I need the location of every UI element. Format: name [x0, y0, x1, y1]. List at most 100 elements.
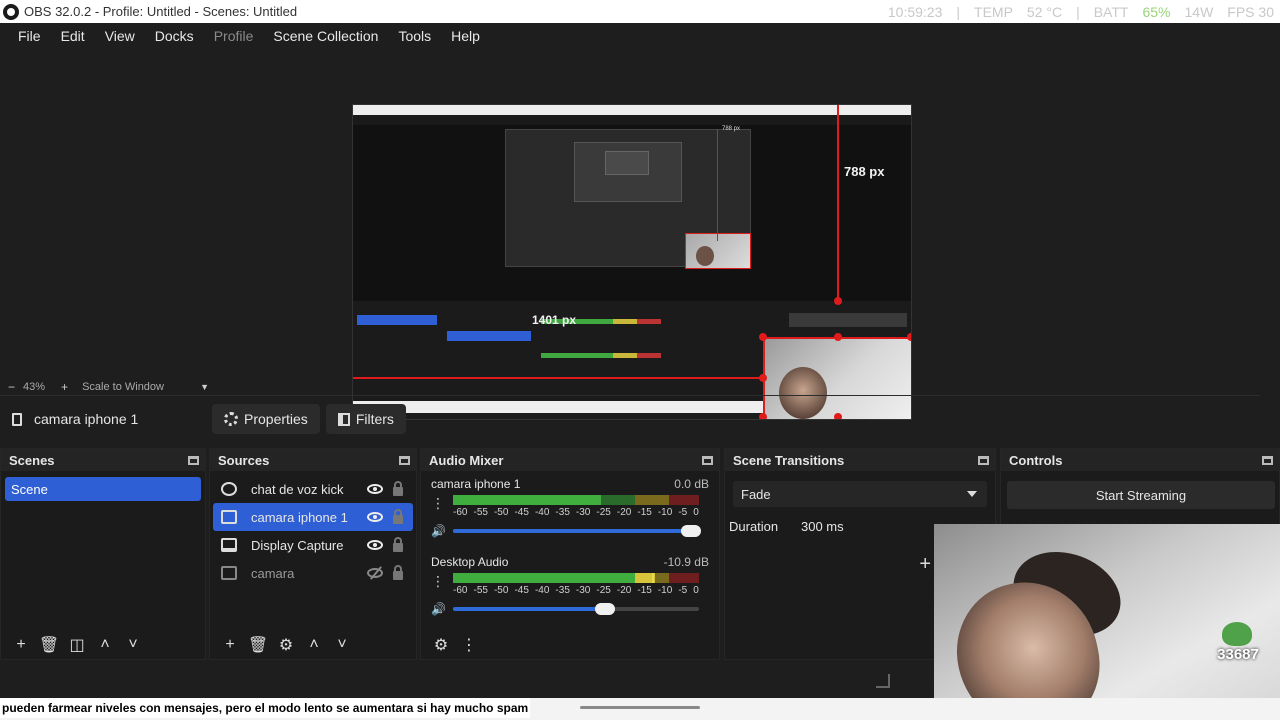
stats-batt-value: 65% — [1142, 3, 1171, 20]
nested-audio-meter — [541, 353, 661, 358]
nested-source-selected — [447, 331, 531, 341]
lock-icon[interactable] — [393, 564, 403, 580]
undock-icon[interactable] — [1262, 455, 1273, 465]
speaker-icon[interactable]: 🔊 — [431, 524, 446, 538]
add-icon[interactable]: + — [216, 636, 244, 654]
media-source-icon — [12, 412, 22, 426]
zoom-out-button[interactable]: − — [0, 380, 23, 394]
scene-item-scene[interactable]: Scene — [5, 477, 201, 501]
obs-logo-icon — [3, 3, 19, 20]
volume-slider[interactable] — [453, 603, 699, 615]
properties-button[interactable]: Properties — [212, 404, 320, 434]
scenes-dock-title: Scenes — [9, 452, 55, 468]
zoom-bar-divider — [0, 395, 1260, 396]
chevron-down-icon[interactable]: ˅ — [119, 636, 147, 654]
nested-obs-titlebar — [353, 105, 911, 115]
audio-mixer-dock: Audio Mixer camara iphone 1 0.0 dB ⋮ -60… — [420, 448, 720, 660]
menu-profile[interactable]: Profile — [204, 28, 264, 44]
filter-icon[interactable]: ◫ — [63, 635, 91, 655]
undock-icon[interactable] — [978, 455, 989, 465]
add-icon[interactable]: + — [7, 636, 35, 654]
add-transition-icon[interactable]: + — [919, 553, 931, 576]
speaker-icon[interactable]: 🔊 — [431, 602, 446, 616]
stats-divider: | — [1076, 3, 1080, 20]
trash-icon[interactable]: 🗑 — [35, 635, 63, 655]
source-item-label: Display Capture — [251, 537, 344, 553]
volume-slider-knob[interactable] — [595, 603, 615, 615]
source-item-display-capture[interactable]: Display Capture — [213, 531, 413, 559]
gear-icon — [224, 412, 238, 426]
advanced-audio-gear-icon[interactable]: ⚙ — [427, 635, 455, 655]
volume-slider-knob[interactable] — [681, 525, 701, 537]
zoom-in-button[interactable]: + — [53, 380, 76, 394]
measure-endpoint-handle[interactable] — [834, 297, 842, 305]
volume-meter: -60 -55 -50 -45 -40 -35 -30 -25 -20 -15 … — [453, 495, 699, 518]
kebab-menu-icon[interactable]: ⋮ — [431, 496, 445, 510]
menu-tools[interactable]: Tools — [388, 28, 441, 44]
menu-edit[interactable]: Edit — [51, 28, 95, 44]
eye-icon[interactable] — [367, 484, 383, 494]
duration-input[interactable]: 300 ms — [801, 519, 844, 534]
menu-help[interactable]: Help — [441, 28, 490, 44]
resize-handle-top-left[interactable] — [759, 333, 767, 341]
chevron-up-icon[interactable]: ˄ — [91, 636, 119, 654]
undock-icon[interactable] — [702, 455, 713, 465]
nested-measure-label: 788 px — [722, 126, 741, 132]
kebab-menu-icon[interactable]: ⋮ — [431, 574, 445, 588]
mixer-channel-name: camara iphone 1 — [431, 477, 521, 491]
nested-webcam-face — [696, 246, 714, 266]
nested-webcam-source — [685, 233, 751, 269]
trash-icon[interactable]: 🗑 — [244, 635, 272, 655]
zoom-mode-caret-icon[interactable]: ▼ — [200, 382, 209, 392]
mixer-channel-name: Desktop Audio — [431, 555, 509, 569]
scenes-dock: Scenes Scene + 🗑 ◫ ˄ ˅ — [0, 448, 206, 660]
stats-overlay: 10:59:23 | TEMP 52 °C | BATT 65% 14W FPS… — [888, 0, 1274, 23]
nested-measure-line — [717, 129, 718, 241]
transition-select[interactable]: Fade — [733, 481, 987, 507]
start-streaming-button[interactable]: Start Streaming — [1007, 481, 1275, 509]
resize-handle-top[interactable] — [834, 333, 842, 341]
gear-icon[interactable]: ⚙ — [272, 635, 300, 655]
preview-area[interactable]: 788 px 1401 px 788 px — [0, 48, 1280, 420]
eye-off-icon[interactable] — [367, 568, 383, 578]
filters-button[interactable]: Filters — [325, 404, 406, 434]
menu-scene-collection[interactable]: Scene Collection — [263, 28, 388, 44]
sources-dock-toolbar: + 🗑 ⚙ ˄ ˅ — [210, 631, 416, 659]
preview-canvas[interactable] — [352, 104, 912, 420]
mixer-channel-db: 0.0 dB — [674, 477, 709, 491]
properties-label: Properties — [244, 411, 308, 427]
filter-icon — [337, 412, 350, 426]
undock-icon[interactable] — [399, 455, 410, 465]
source-item-chat-de-voz-kick[interactable]: chat de voz kick — [213, 475, 413, 503]
zoom-level: 43% — [23, 381, 46, 393]
lock-icon[interactable] — [393, 508, 403, 524]
undock-icon[interactable] — [188, 455, 199, 465]
chevron-down-icon[interactable]: ˅ — [328, 636, 356, 654]
scene-transitions-dock-header: Scene Transitions — [725, 449, 995, 471]
lock-icon[interactable] — [393, 536, 403, 552]
eye-icon[interactable] — [367, 540, 383, 550]
source-item-label: chat de voz kick — [251, 481, 344, 497]
menu-docks[interactable]: Docks — [145, 28, 204, 44]
filters-label: Filters — [355, 411, 394, 427]
eye-icon[interactable] — [367, 512, 383, 522]
kebab-menu-icon[interactable]: ⋮ — [455, 635, 483, 655]
source-item-camara[interactable]: camara — [213, 559, 413, 587]
lock-icon[interactable] — [393, 480, 403, 496]
mixer-channel-camara-iphone-1: camara iphone 1 0.0 dB ⋮ -60 -55 -50 -45… — [421, 471, 719, 549]
menu-view[interactable]: View — [95, 28, 145, 44]
signal-strength-icon — [876, 674, 890, 688]
meter-scale: -60 -55 -50 -45 -40 -35 -30 -25 -20 -15 … — [453, 585, 699, 596]
resize-handle-top-right[interactable] — [907, 333, 911, 341]
scenes-dock-toolbar: + 🗑 ◫ ˄ ˅ — [1, 631, 205, 659]
controls-dock-header: Controls — [1001, 449, 1279, 471]
chevron-up-icon[interactable]: ˄ — [300, 636, 328, 654]
zoom-mode-select[interactable]: Scale to Window — [76, 381, 200, 393]
menu-file[interactable]: File — [8, 28, 51, 44]
source-item-camara-iphone-1[interactable]: camara iphone 1 — [213, 503, 413, 531]
volume-slider[interactable] — [453, 525, 701, 537]
chevron-down-icon — [967, 491, 977, 497]
audio-mixer-dock-title: Audio Mixer — [429, 452, 504, 468]
nested-scene-selected — [357, 315, 437, 325]
stats-divider: | — [956, 3, 961, 20]
